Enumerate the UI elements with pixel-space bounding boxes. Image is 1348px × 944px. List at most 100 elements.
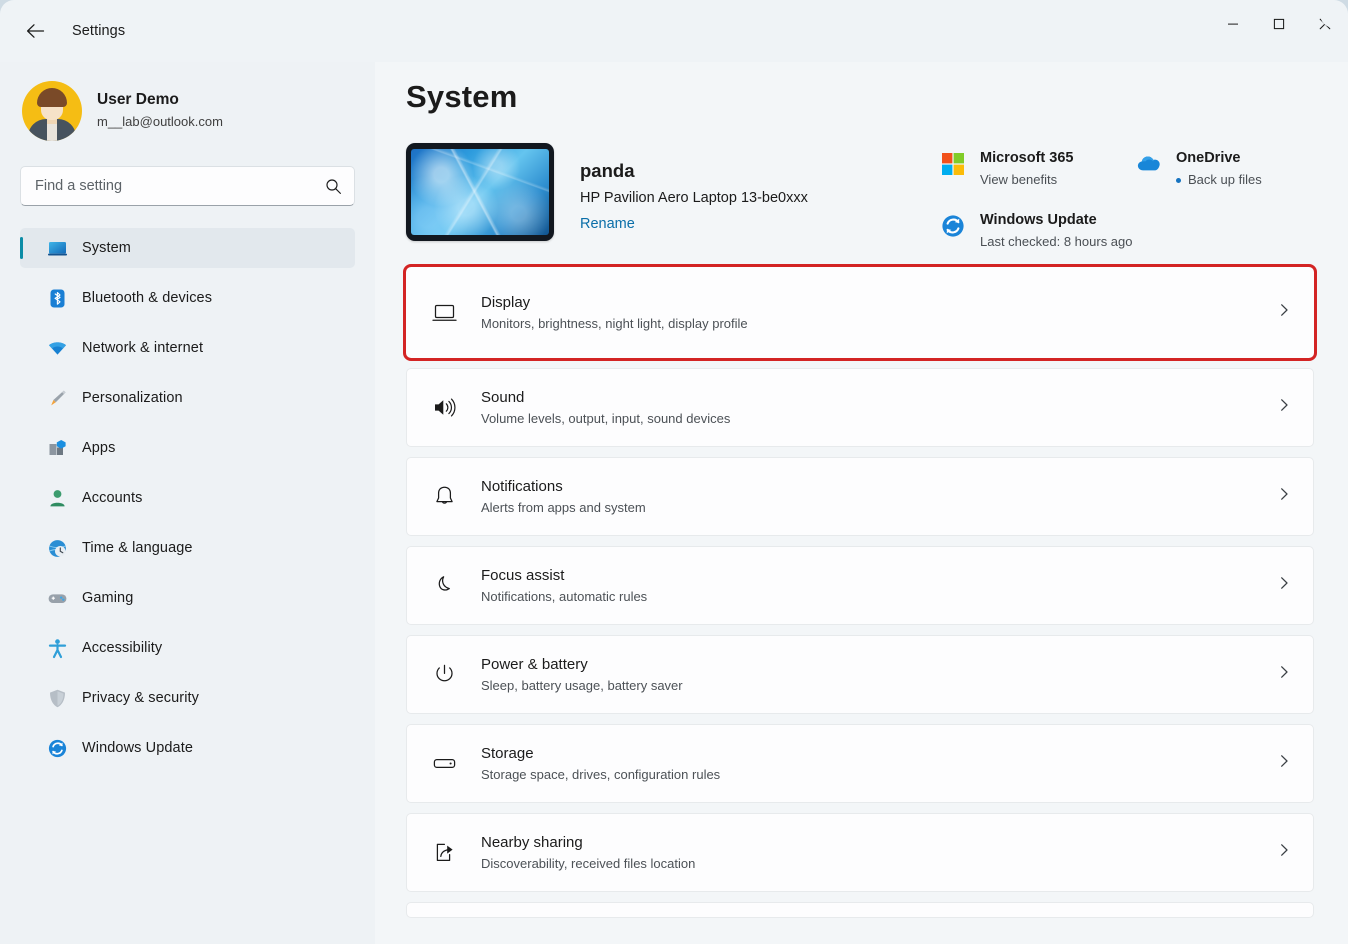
settings-row-subtitle: Alerts from apps and system [481, 498, 1277, 518]
back-button[interactable] [16, 15, 54, 47]
sidebar-item-personalization[interactable]: Personalization [20, 378, 355, 418]
sidebar-item-system[interactable]: System [20, 228, 355, 268]
quick-link-title: Windows Update [980, 212, 1097, 228]
settings-row-title: Sound [481, 387, 1277, 408]
sidebar-item-label: Privacy & security [82, 690, 199, 706]
sidebar-item-gaming[interactable]: Gaming [20, 578, 355, 618]
microsoft-365-icon [940, 151, 968, 179]
quick-link-subtitle: View benefits [980, 170, 1073, 190]
apps-icon [46, 437, 68, 459]
windows-update-icon [940, 213, 968, 241]
sidebar-item-apps[interactable]: Apps [20, 428, 355, 468]
settings-row-title: Display [481, 292, 1277, 313]
quick-link-onedrive[interactable]: OneDrive Back up files [1132, 146, 1266, 192]
sidebar-item-privacy-security[interactable]: Privacy & security [20, 678, 355, 718]
device-model: HP Pavilion Aero Laptop 13-be0xxx [580, 186, 808, 211]
settings-row-sound-wrap: Sound Volume levels, output, input, soun… [406, 368, 1314, 447]
settings-row-display[interactable]: Display Monitors, brightness, night ligh… [406, 267, 1314, 358]
app-title: Settings [72, 23, 125, 39]
settings-row-notifications[interactable]: Notifications Alerts from apps and syste… [406, 457, 1314, 536]
maximize-button[interactable] [1256, 0, 1302, 48]
settings-row-focus-assist[interactable]: Focus assist Notifications, automatic ru… [406, 546, 1314, 625]
settings-window: Settings [0, 0, 1348, 944]
settings-row-text: Focus assist Notifications, automatic ru… [481, 565, 1277, 607]
onedrive-icon [1136, 151, 1164, 179]
chevron-right-icon [1277, 576, 1293, 595]
display-icon [429, 298, 459, 328]
settings-row-text: Display Monitors, brightness, night ligh… [481, 292, 1277, 334]
sidebar-item-time-language[interactable]: Time & language [20, 528, 355, 568]
device-wallpaper-thumbnail [406, 143, 554, 241]
settings-row-partial-wrap [406, 902, 1314, 918]
sidebar-item-windows-update[interactable]: Windows Update [20, 728, 355, 768]
back-arrow-icon [26, 23, 45, 39]
settings-row-focus-assist-wrap: Focus assist Notifications, automatic ru… [406, 546, 1314, 625]
avatar [22, 81, 82, 141]
notifications-icon [429, 482, 459, 512]
sidebar-item-accounts[interactable]: Accounts [20, 478, 355, 518]
quick-link-title: Microsoft 365 [980, 150, 1073, 166]
gaming-icon [46, 587, 68, 609]
quick-link-text: Microsoft 365 View benefits [980, 148, 1073, 190]
sidebar-item-bluetooth-devices[interactable]: Bluetooth & devices [20, 278, 355, 318]
sidebar-item-label: System [82, 240, 131, 256]
quick-link-subtitle-text: Last checked: 8 hours ago [980, 232, 1133, 252]
settings-row-subtitle: Notifications, automatic rules [481, 587, 1277, 607]
settings-row-title: Notifications [481, 476, 1277, 497]
sidebar-item-accessibility[interactable]: Accessibility [20, 628, 355, 668]
bluetooth-icon [46, 287, 68, 309]
sidebar-item-label: Network & internet [82, 340, 203, 356]
search-icon [325, 178, 342, 195]
settings-row-display-highlight: Display Monitors, brightness, night ligh… [406, 267, 1314, 358]
main-content: System panda HP Pavilion Aero Laptop 13-… [375, 62, 1348, 944]
sidebar-item-label: Time & language [82, 540, 193, 556]
settings-row-title: Nearby sharing [481, 832, 1277, 853]
page-title: System [375, 62, 1348, 115]
settings-row-power-battery[interactable]: Power & battery Sleep, battery usage, ba… [406, 635, 1314, 714]
settings-row-notifications-wrap: Notifications Alerts from apps and syste… [406, 457, 1314, 536]
sidebar-item-network-internet[interactable]: Network & internet [20, 328, 355, 368]
title-bar: Settings [0, 0, 1348, 62]
status-dot [1176, 178, 1181, 183]
quick-link-text: Windows Update Last checked: 8 hours ago [980, 210, 1133, 252]
settings-row-storage-wrap: Storage Storage space, drives, configura… [406, 724, 1314, 803]
chevron-right-icon [1277, 303, 1293, 322]
system-icon [46, 237, 68, 259]
sidebar-item-label: Accessibility [82, 640, 162, 656]
settings-row-subtitle: Monitors, brightness, night light, displ… [481, 314, 1277, 334]
sidebar-nav: System Bluetooth & devices [0, 228, 375, 768]
close-icon [1319, 18, 1331, 30]
settings-row-title: Storage [481, 743, 1277, 764]
settings-row-title: Power & battery [481, 654, 1277, 675]
settings-row-sound[interactable]: Sound Volume levels, output, input, soun… [406, 368, 1314, 447]
rename-link[interactable]: Rename [580, 212, 635, 236]
settings-row-subtitle: Sleep, battery usage, battery saver [481, 676, 1277, 696]
settings-row-text: Sound Volume levels, output, input, soun… [481, 387, 1277, 429]
settings-row-subtitle: Storage space, drives, configuration rul… [481, 765, 1277, 785]
settings-row-subtitle: Discoverability, received files location [481, 854, 1277, 874]
accounts-icon [46, 487, 68, 509]
search-box[interactable] [20, 166, 355, 206]
sidebar-item-label: Apps [82, 440, 115, 456]
close-button[interactable] [1302, 0, 1348, 48]
sidebar-item-label: Accounts [82, 490, 142, 506]
focus-assist-icon [429, 571, 459, 601]
account-block[interactable]: User Demo m__lab@outlook.com [0, 62, 375, 148]
quick-link-text: OneDrive Back up files [1176, 148, 1262, 190]
settings-row-text: Storage Storage space, drives, configura… [481, 743, 1277, 785]
search-input[interactable] [35, 178, 325, 194]
quick-link-subtitle-text: Back up files [1188, 170, 1262, 190]
sidebar-item-label: Personalization [82, 390, 183, 406]
settings-row-power-battery-wrap: Power & battery Sleep, battery usage, ba… [406, 635, 1314, 714]
settings-card-list: Display Monitors, brightness, night ligh… [375, 267, 1348, 918]
settings-row-storage[interactable]: Storage Storage space, drives, configura… [406, 724, 1314, 803]
quick-link-windows-update[interactable]: Windows Update Last checked: 8 hours ago [936, 208, 1137, 254]
settings-row-nearby-sharing-wrap: Nearby sharing Discoverability, received… [406, 813, 1314, 892]
privacy-security-icon [46, 687, 68, 709]
chevron-right-icon [1277, 665, 1293, 684]
settings-row-partial[interactable] [406, 902, 1314, 918]
device-info: panda HP Pavilion Aero Laptop 13-be0xxx … [580, 143, 808, 236]
minimize-button[interactable] [1210, 0, 1256, 48]
quick-link-microsoft-365[interactable]: Microsoft 365 View benefits [936, 146, 1132, 192]
settings-row-nearby-sharing[interactable]: Nearby sharing Discoverability, received… [406, 813, 1314, 892]
